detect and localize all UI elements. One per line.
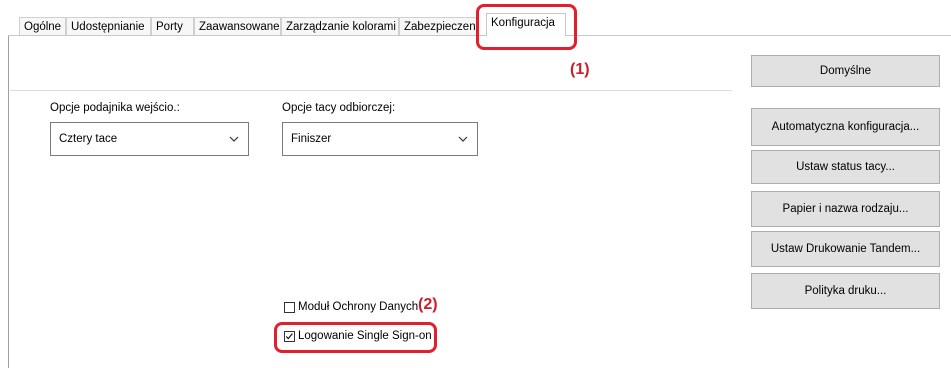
input-tray-label: Opcje podajnika wejścio.: [50,102,180,114]
data-security-checkbox-clip: Moduł Ochrony Danych [284,300,484,314]
auto-config-button[interactable]: Automatyczna konfiguracja... [751,108,940,146]
tandem-print-button[interactable]: Ustaw Drukowanie Tandem... [751,231,940,267]
output-tray-label: Opcje tacy odbiorczej: [282,102,396,114]
window-left-border [8,36,9,368]
chevron-down-icon [458,136,468,142]
section-separator [10,90,732,91]
tab-color-management[interactable]: Zarządzanie kolorami [281,17,399,35]
paper-type-button[interactable]: Papier i nazwa rodzaju... [751,191,940,227]
tray-status-button[interactable]: Ustaw status tacy... [751,150,940,184]
tab-advanced[interactable]: Zaawansowane [194,17,281,35]
callout-label-1: (1) [570,61,590,78]
chevron-down-icon [229,136,239,142]
output-tray-value: Finiszer [291,133,332,145]
callout-highlight-tab [476,4,577,50]
tab-security[interactable]: Zabezpieczen [399,17,477,35]
tab-general[interactable]: Ogólne [19,17,66,35]
callout-highlight-sso [274,322,437,353]
print-policy-button[interactable]: Polityka druku... [751,273,940,309]
tab-ports[interactable]: Porty [151,17,194,35]
data-security-label: Moduł Ochrony Danych [298,301,419,313]
output-tray-dropdown[interactable]: Finiszer [282,122,478,156]
data-security-checkbox-box[interactable] [284,301,295,313]
data-security-checkbox[interactable]: Moduł Ochrony Danych [284,301,418,313]
input-tray-value: Cztery tace [59,133,118,145]
defaults-button[interactable]: Domyślne [751,55,940,87]
printer-properties-window: Ogólne Udostępnianie Porty Zaawansowane … [0,0,951,368]
callout-label-2: (2) [418,296,438,313]
tab-sharing[interactable]: Udostępnianie [66,17,151,35]
input-tray-dropdown[interactable]: Cztery tace [50,122,249,156]
